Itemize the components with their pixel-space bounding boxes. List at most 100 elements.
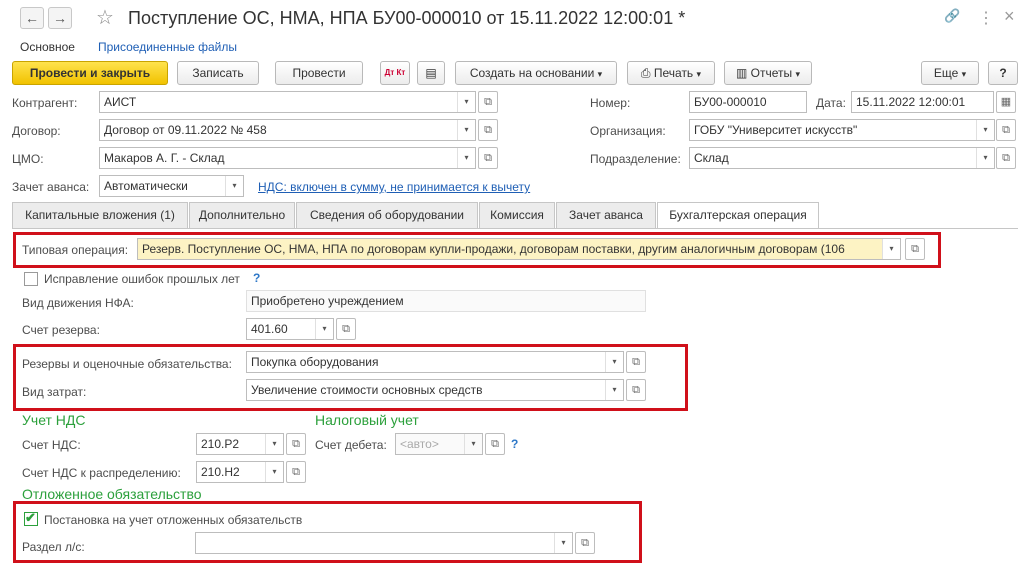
open-icon[interactable]: ⧉ <box>286 461 306 483</box>
open-icon[interactable]: ⧉ <box>996 147 1016 169</box>
dropdown-icon[interactable]: ▾ <box>976 120 994 140</box>
tab-equipment-info[interactable]: Сведения об оборудовании <box>296 202 478 228</box>
chevron-down-icon: ▾ <box>795 69 801 79</box>
deferred-check-label: Постановка на учет отложенных обязательс… <box>44 513 303 527</box>
counterparty-field[interactable]: АИСТ ▾ <box>99 91 476 113</box>
dropdown-icon[interactable]: ▾ <box>976 148 994 168</box>
reserves-field[interactable]: Покупка оборудования ▾ <box>246 351 624 373</box>
open-icon[interactable]: ⧉ <box>905 238 925 260</box>
help-button[interactable]: ? <box>988 61 1018 85</box>
post-and-close-button[interactable]: Провести и закрыть <box>12 61 168 85</box>
dept-field[interactable]: Склад ▾ <box>689 147 995 169</box>
deferred-checkbox[interactable]: ✔ <box>24 510 38 526</box>
date-field[interactable]: 15.11.2022 12:00:01 <box>851 91 994 113</box>
page-title: Поступление ОС, НМА, НПА БУ00-000010 от … <box>128 8 686 28</box>
dropdown-icon[interactable]: ▾ <box>605 352 623 372</box>
close-icon[interactable]: × <box>1004 6 1015 27</box>
open-icon[interactable]: ⧉ <box>478 147 498 169</box>
open-icon[interactable]: ⧉ <box>626 351 646 373</box>
tab-additional[interactable]: Дополнительно <box>189 202 295 228</box>
contract-label: Договор: <box>12 124 61 138</box>
reports-button[interactable]: ▥ Отчеты ▾ <box>724 61 812 85</box>
operation-field[interactable]: Резерв. Поступление ОС, НМА, НПА по дого… <box>137 238 901 260</box>
dropdown-icon[interactable]: ▾ <box>554 533 572 553</box>
forward-button[interactable]: → <box>48 7 72 29</box>
more-icon[interactable]: ⋮ <box>978 8 994 28</box>
vat-distribution-value: 210.Н2 <box>201 465 240 479</box>
journal-button[interactable]: ▤ <box>417 61 445 85</box>
open-icon[interactable]: ⧉ <box>626 379 646 401</box>
open-icon[interactable]: ⧉ <box>478 119 498 141</box>
vat-distribution-field[interactable]: 210.Н2 ▾ <box>196 461 284 483</box>
vat-account-field[interactable]: 210.Р2 ▾ <box>196 433 284 455</box>
dropdown-icon[interactable]: ▾ <box>457 148 475 168</box>
section-ls-field[interactable]: ▾ <box>195 532 573 554</box>
tab-accounting-operation[interactable]: Бухгалтерская операция <box>657 202 819 229</box>
dropdown-icon[interactable]: ▾ <box>882 239 900 259</box>
cost-type-field[interactable]: Увеличение стоимости основных средств ▾ <box>246 379 624 401</box>
advance-select[interactable]: Автоматически ▾ <box>99 175 244 197</box>
cmo-field[interactable]: Макаров А. Г. - Склад ▾ <box>99 147 476 169</box>
vat-account-value: 210.Р2 <box>201 437 240 451</box>
number-label: Номер: <box>590 96 631 110</box>
counterparty-label: Контрагент: <box>12 96 78 110</box>
dept-label: Подразделение: <box>590 152 681 166</box>
debit-account-field[interactable]: <авто> ▾ <box>395 433 483 455</box>
more-label: Еще <box>933 66 959 80</box>
save-button[interactable]: Записать <box>177 61 259 85</box>
open-icon[interactable]: ⧉ <box>478 91 498 113</box>
dropdown-icon[interactable]: ▾ <box>464 434 482 454</box>
more-button[interactable]: Еще ▾ <box>921 61 979 85</box>
date-value: 15.11.2022 12:00:01 <box>856 95 966 109</box>
open-icon[interactable]: ⧉ <box>286 433 306 455</box>
help-icon[interactable]: ? <box>253 271 260 285</box>
date-label: Дата: <box>816 96 846 110</box>
vat-link[interactable]: НДС: включен в сумму, не принимается к в… <box>258 180 530 194</box>
chevron-down-icon: ▾ <box>961 69 967 79</box>
number-field[interactable]: БУ00-000010 <box>689 91 807 113</box>
create-based-button[interactable]: Создать на основании ▾ <box>455 61 617 85</box>
advance-value: Автоматически <box>104 179 188 193</box>
open-icon[interactable]: ⧉ <box>996 119 1016 141</box>
chevron-down-icon: ▾ <box>696 69 702 79</box>
dropdown-icon[interactable]: ▾ <box>225 176 243 196</box>
print-label: Печать <box>653 66 694 80</box>
dtkt-button[interactable]: Дт Кт <box>380 61 410 85</box>
tab-attached-files[interactable]: Присоединенные файлы <box>98 40 237 54</box>
back-button[interactable]: ← <box>20 7 44 29</box>
open-icon[interactable]: ⧉ <box>575 532 595 554</box>
dropdown-icon[interactable]: ▾ <box>457 92 475 112</box>
cost-type-value: Увеличение стоимости основных средств <box>251 383 483 397</box>
debit-account-label: Счет дебета: <box>315 438 387 452</box>
link-icon[interactable]: 🔗 <box>944 8 960 24</box>
dropdown-icon[interactable]: ▾ <box>265 462 283 482</box>
tab-advance-offset[interactable]: Зачет аванса <box>556 202 656 228</box>
tab-main[interactable]: Основное <box>20 40 75 54</box>
dept-value: Склад <box>694 151 729 165</box>
dropdown-icon[interactable]: ▾ <box>265 434 283 454</box>
dropdown-icon[interactable]: ▾ <box>457 120 475 140</box>
post-button[interactable]: Провести <box>275 61 363 85</box>
dropdown-icon[interactable]: ▾ <box>315 319 333 339</box>
calendar-icon[interactable]: ▦ <box>996 91 1016 113</box>
operation-value: Резерв. Поступление ОС, НМА, НПА по дого… <box>142 242 845 256</box>
open-icon[interactable]: ⧉ <box>336 318 356 340</box>
dropdown-icon[interactable]: ▾ <box>605 380 623 400</box>
star-icon[interactable]: ☆ <box>96 5 114 30</box>
reserve-account-field[interactable]: 401.60 ▾ <box>246 318 334 340</box>
fix-errors-checkbox[interactable] <box>24 272 38 286</box>
help-icon[interactable]: ? <box>511 437 518 451</box>
tab-capital-investments[interactable]: Капитальные вложения (1) <box>12 202 188 228</box>
tab-commission[interactable]: Комиссия <box>479 202 555 228</box>
create-based-label: Создать на основании <box>469 66 595 80</box>
contract-field[interactable]: Договор от 09.11.2022 № 458 ▾ <box>99 119 476 141</box>
org-field[interactable]: ГОБУ "Университет искусств" ▾ <box>689 119 995 141</box>
nfa-label: Вид движения НФА: <box>22 296 134 310</box>
operation-label: Типовая операция: <box>22 243 129 257</box>
printer-icon: ⎙ <box>640 66 651 80</box>
print-button[interactable]: ⎙ Печать ▾ <box>627 61 715 85</box>
org-label: Организация: <box>590 124 666 138</box>
open-icon[interactable]: ⧉ <box>485 433 505 455</box>
journal-icon: ▤ <box>425 66 437 80</box>
section-ls-label: Раздел л/с: <box>22 540 85 554</box>
